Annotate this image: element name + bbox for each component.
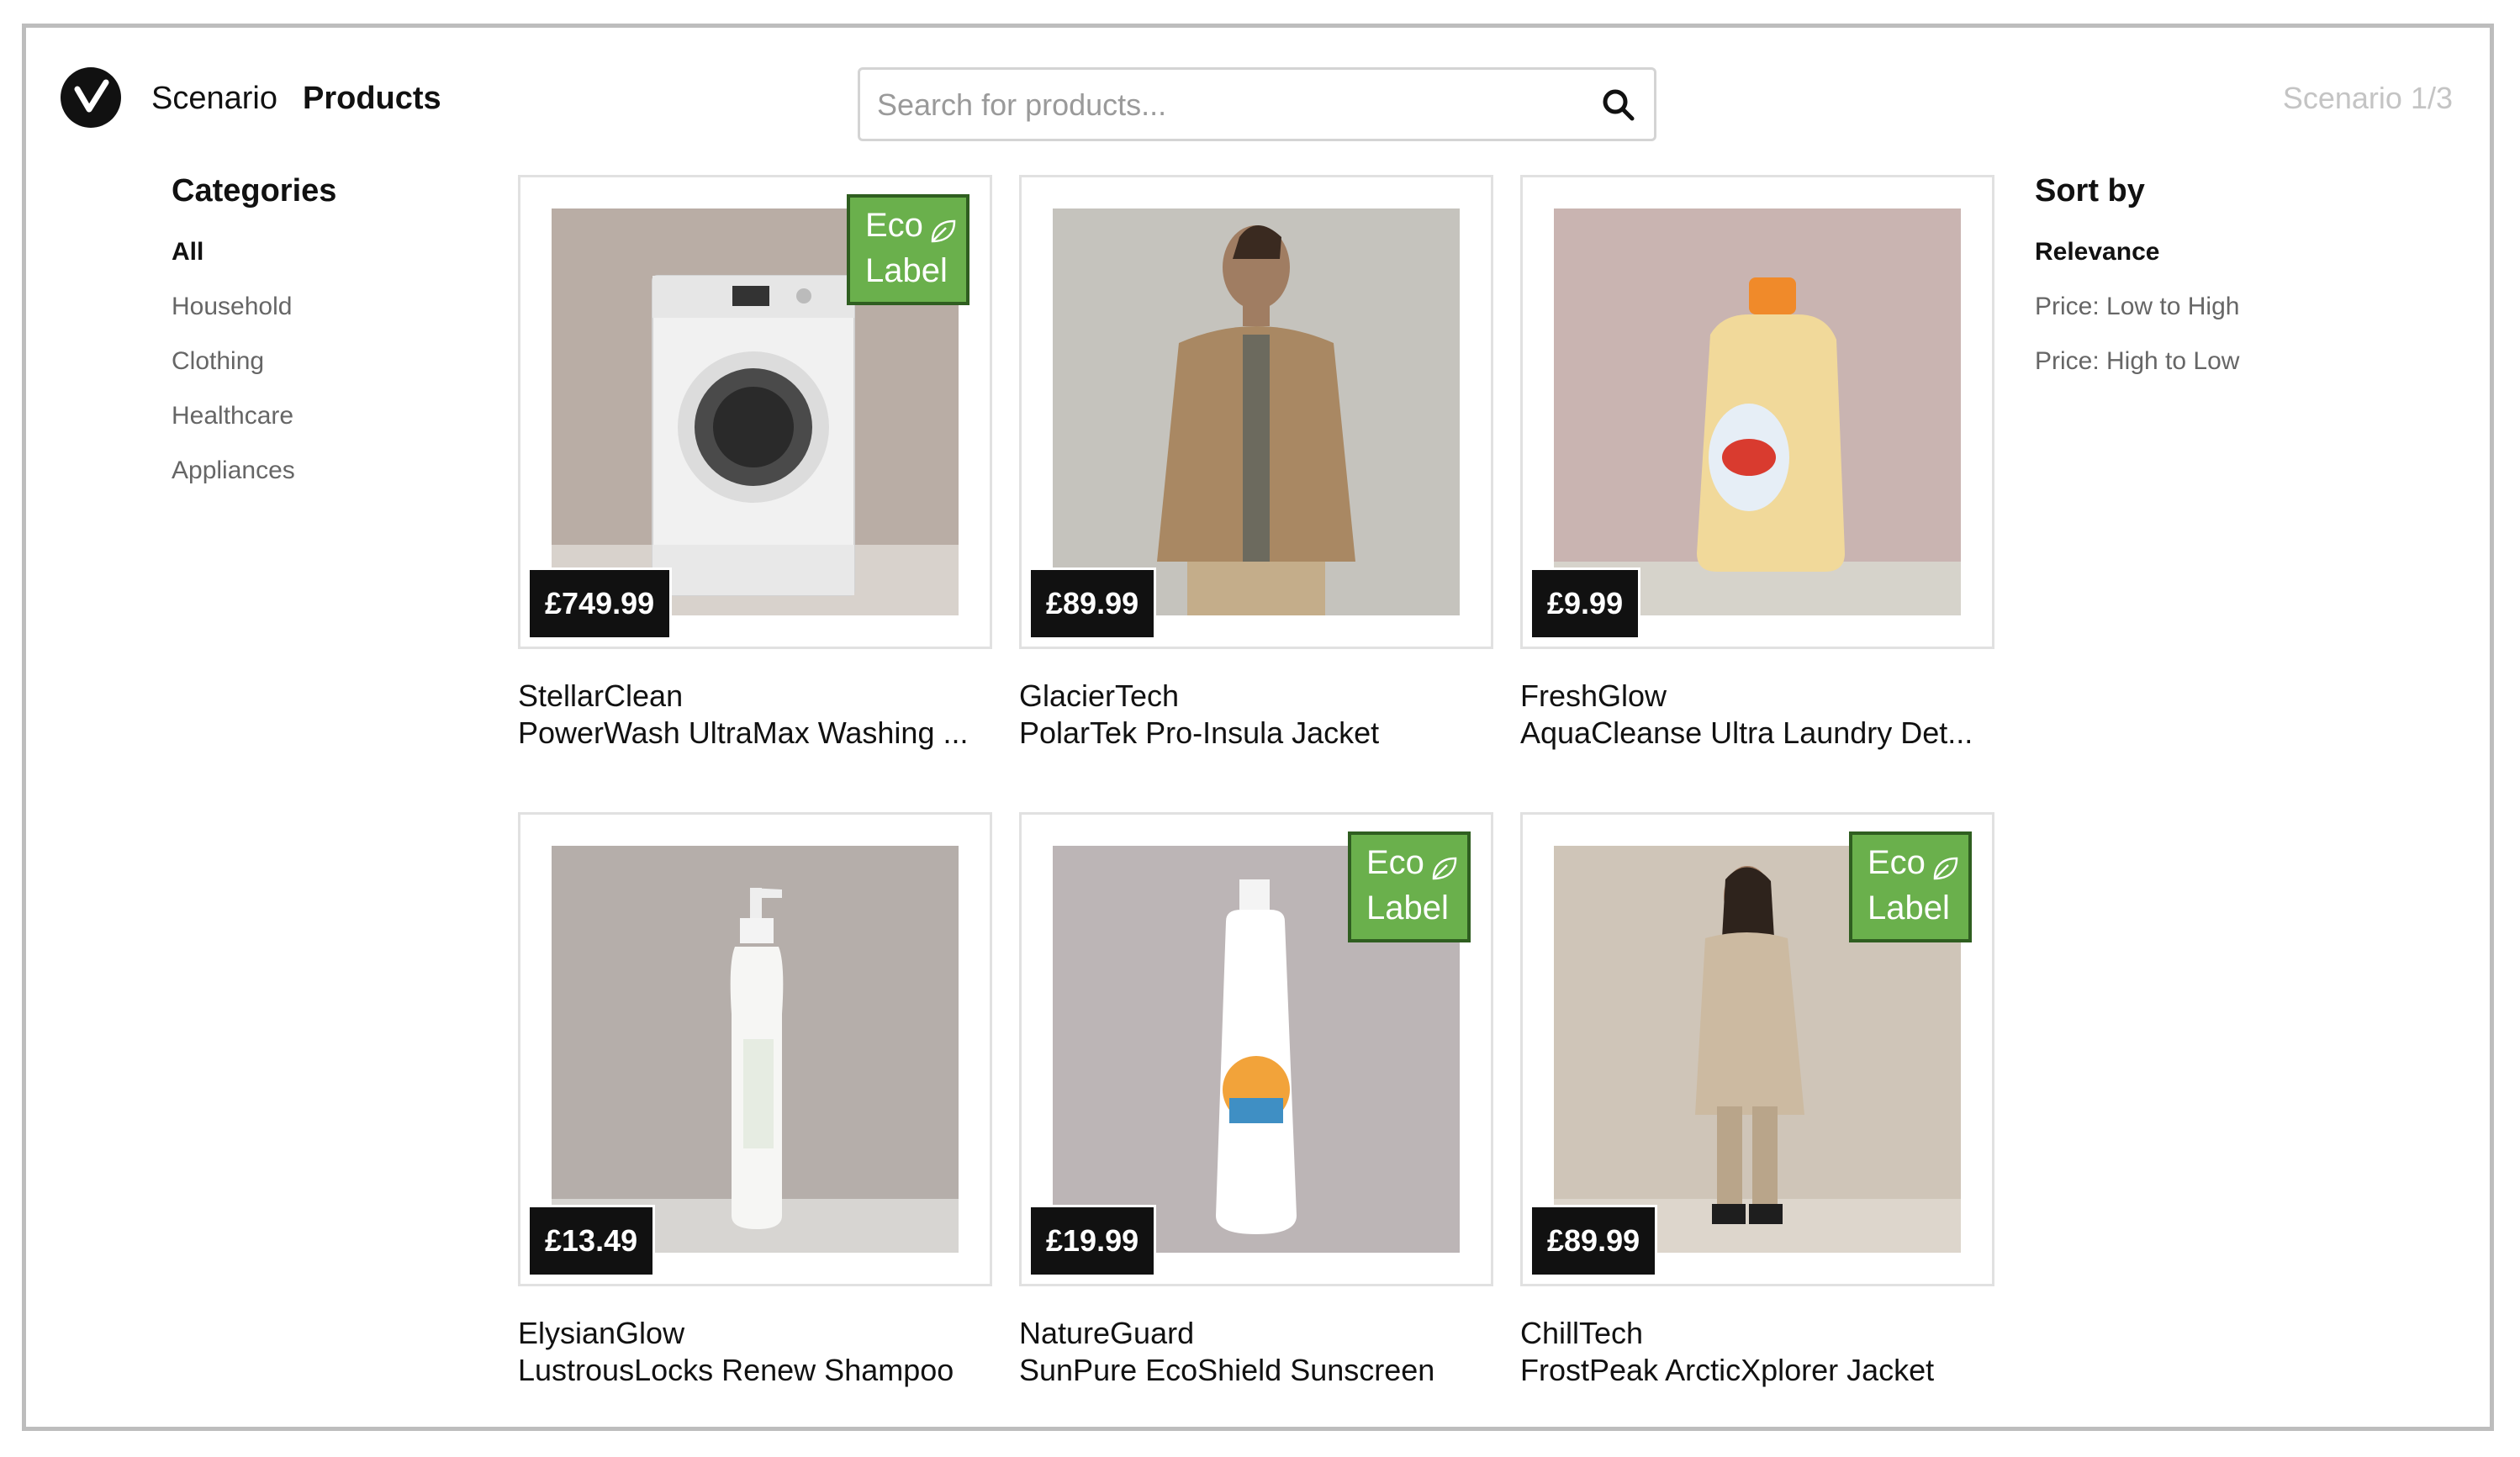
price-tag: £19.99: [1028, 1205, 1157, 1277]
category-all[interactable]: All: [172, 237, 295, 292]
price-tag: £13.49: [527, 1205, 656, 1277]
nav-products[interactable]: Products: [303, 79, 441, 118]
product-name[interactable]: LustrousLocks Renew Shampoo: [518, 1352, 992, 1389]
product-name[interactable]: PolarTek Pro-Insula Jacket: [1019, 715, 1493, 752]
sort-relevance[interactable]: Relevance: [2035, 237, 2239, 292]
product-card[interactable]: £9.99 FreshGlow AquaCleanse Ultra Laundr…: [1520, 175, 1994, 752]
scenario-counter: Scenario 1/3: [2282, 81, 2453, 115]
product-image-frame: Eco Label £89.99: [1520, 812, 1994, 1286]
product-name[interactable]: SunPure EcoShield Sunscreen: [1019, 1352, 1493, 1389]
sort-price-low-high[interactable]: Price: Low to High: [2035, 292, 2239, 346]
product-image-frame: Eco Label £19.99: [1019, 812, 1493, 1286]
product-card[interactable]: Eco Label £749.99 StellarClean PowerWash…: [518, 175, 992, 752]
category-appliances[interactable]: Appliances: [172, 456, 295, 510]
search-input[interactable]: [875, 70, 1568, 140]
categories-title: Categories: [172, 173, 337, 209]
leaf-icon: [1933, 857, 1958, 880]
product-image-frame: Eco Label £749.99: [518, 175, 992, 649]
eco-label-line2: Label: [1868, 890, 1950, 926]
product-brand[interactable]: GlacierTech: [1019, 678, 1493, 715]
search-icon[interactable]: [1600, 87, 1637, 124]
eco-label-badge: Eco Label: [1348, 831, 1471, 942]
sort-list: Relevance Price: Low to High Price: High…: [2035, 237, 2239, 401]
eco-label-badge: Eco Label: [847, 194, 969, 305]
product-image-frame: £9.99: [1520, 175, 1994, 649]
leaf-icon: [1432, 857, 1457, 880]
product-name[interactable]: AquaCleanse Ultra Laundry Det...: [1520, 715, 1994, 752]
product-brand[interactable]: StellarClean: [518, 678, 992, 715]
product-card[interactable]: Eco Label £89.99 ChillTech FrostPeak Arc…: [1520, 812, 1994, 1389]
product-name[interactable]: FrostPeak ArcticXplorer Jacket: [1520, 1352, 1994, 1389]
product-image-man-in-jacket[interactable]: [1053, 209, 1460, 615]
product-brand[interactable]: ChillTech: [1520, 1315, 1994, 1352]
eco-label-line2: Label: [865, 252, 948, 289]
product-card[interactable]: £13.49 ElysianGlow LustrousLocks Renew S…: [518, 812, 992, 1389]
product-image-frame: £13.49: [518, 812, 992, 1286]
product-brand[interactable]: FreshGlow: [1520, 678, 1994, 715]
product-image-detergent-bottle[interactable]: [1554, 209, 1961, 615]
product-card[interactable]: Eco Label £19.99 NatureGuard SunPure Eco…: [1019, 812, 1493, 1389]
eco-label-badge: Eco Label: [1849, 831, 1972, 942]
product-card[interactable]: £89.99 GlacierTech PolarTek Pro-Insula J…: [1019, 175, 1493, 752]
nav-scenario[interactable]: Scenario: [151, 79, 277, 118]
price-tag: £89.99: [1028, 567, 1157, 640]
category-healthcare[interactable]: Healthcare: [172, 401, 295, 456]
category-household[interactable]: Household: [172, 292, 295, 346]
price-tag: £89.99: [1529, 1205, 1658, 1277]
price-tag: £749.99: [527, 567, 673, 640]
product-brand[interactable]: NatureGuard: [1019, 1315, 1493, 1352]
product-brand[interactable]: ElysianGlow: [518, 1315, 992, 1352]
product-image-shampoo-bottle[interactable]: [552, 846, 959, 1253]
eco-label-line2: Label: [1366, 890, 1449, 926]
product-image-frame: £89.99: [1019, 175, 1493, 649]
category-clothing[interactable]: Clothing: [172, 346, 295, 401]
sort-title: Sort by: [2035, 173, 2145, 209]
categories-list: All Household Clothing Healthcare Applia…: [172, 237, 295, 510]
search-bar: [858, 67, 1656, 141]
price-tag: £9.99: [1529, 567, 1641, 640]
leaf-icon: [931, 219, 956, 243]
logo-icon[interactable]: [61, 67, 121, 128]
product-name[interactable]: PowerWash UltraMax Washing ...: [518, 715, 992, 752]
sort-price-high-low[interactable]: Price: High to Low: [2035, 346, 2239, 401]
